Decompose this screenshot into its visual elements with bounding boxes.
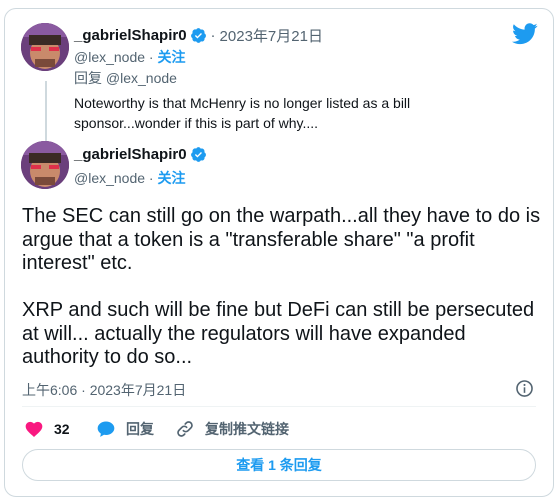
speech-bubble-icon (97, 421, 115, 437)
reply-prefix: 回复 (74, 70, 102, 86)
reply-label: 回复 (126, 421, 154, 437)
tweet-text: The SEC can still go on the warpath...al… (22, 205, 541, 368)
tweet-date[interactable]: 2023年7月21日 (220, 25, 323, 46)
author-handle[interactable]: @lex_node (74, 170, 145, 186)
main-author-row: _gabrielShapir0 (74, 146, 207, 163)
info-icon[interactable] (515, 379, 534, 398)
tweet-card: _gabrielShapir0 · 2023年7月21日 @lex_node ·… (4, 8, 554, 497)
quoted-handle-row: @lex_node · 关注 (74, 47, 186, 67)
main-handle-row: @lex_node · 关注 (74, 168, 186, 188)
handle-separator: · (145, 170, 158, 186)
thread-line (45, 81, 47, 142)
follow-button[interactable]: 关注 (158, 168, 186, 188)
quoted-tweet-text: Noteworthy is that McHenry is no longer … (74, 95, 411, 131)
verified-badge-icon (190, 28, 206, 43)
like-button[interactable]: 32 (24, 419, 70, 439)
read-replies-button[interactable]: 查看 1 条回复 (22, 449, 536, 481)
heart-icon (25, 421, 43, 437)
author-name[interactable]: _gabrielShapir0 (74, 27, 187, 44)
twitter-bird-icon[interactable] (512, 23, 538, 45)
quoted-author-row: _gabrielShapir0 · 2023年7月21日 (74, 25, 323, 46)
author-handle[interactable]: @lex_node (74, 49, 145, 65)
separator-dot: · (210, 27, 216, 44)
reply-handle-link[interactable]: @lex_node (106, 70, 177, 86)
link-icon (177, 421, 193, 437)
copy-link-label: 复制推文链接 (205, 421, 289, 437)
reply-button[interactable]: 回复 (96, 419, 154, 439)
avatar[interactable] (21, 23, 69, 71)
verified-badge-icon (190, 147, 206, 162)
tweet-timestamp[interactable]: 上午6:06 · 2023年7月21日 (22, 380, 186, 400)
reply-to-line: 回复 @lex_node (74, 68, 177, 88)
author-name[interactable]: _gabrielShapir0 (74, 146, 187, 163)
divider (22, 406, 536, 407)
handle-separator: · (145, 49, 158, 65)
like-count: 32 (54, 421, 70, 437)
follow-button[interactable]: 关注 (158, 47, 186, 67)
avatar[interactable] (21, 141, 69, 189)
copy-link-button[interactable]: 复制推文链接 (175, 419, 289, 439)
